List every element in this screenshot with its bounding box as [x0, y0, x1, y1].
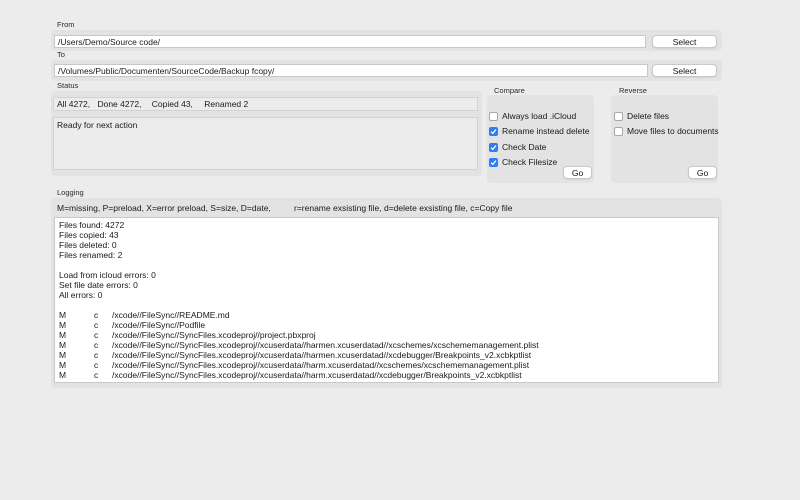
log-entry: Mc/xcode//FileSync//Podfile [59, 320, 714, 330]
log-entry-path: /xcode//FileSync//SyncFiles.xcodeproj//x… [112, 350, 532, 360]
label-move-files: Move files to documents [627, 126, 719, 136]
log-entry-flag: M [59, 360, 67, 370]
reverse-caption: Reverse [619, 86, 647, 95]
reverse-go-button[interactable]: Go [688, 166, 717, 179]
log-entry-action: c [94, 350, 99, 360]
label-always-load-icloud: Always load .iCloud [502, 111, 577, 121]
status-caption: Status [57, 81, 79, 90]
compare-go-button[interactable]: Go [563, 166, 592, 179]
compare-option-always-load-icloud[interactable]: Always load .iCloud [489, 111, 576, 121]
compare-option-rename-instead-delete[interactable]: Rename instead delete [489, 126, 589, 136]
log-entry: Mc/xcode//FileSync//SyncFiles.xcodeproj/… [59, 370, 714, 380]
status-all: All 4272, [57, 99, 91, 109]
log-entry-action: c [94, 360, 99, 370]
log-entry-action: c [94, 370, 99, 380]
reverse-option-move-files[interactable]: Move files to documents [614, 126, 719, 136]
label-rename-instead-delete: Rename instead delete [502, 126, 590, 136]
checkbox-move-files[interactable] [614, 126, 623, 136]
from-caption: From [57, 20, 75, 29]
to-path-field[interactable]: /Volumes/Public/Documenten/SourceCode/Ba… [54, 64, 648, 77]
log-entry-action: c [94, 340, 99, 350]
log-entry: Mc/xcode//FileSync//SyncFiles.xcodeproj/… [59, 340, 714, 350]
log-entry-flag: M [59, 370, 67, 380]
log-output[interactable]: Files found: 4272 Files copied: 43 Files… [54, 217, 719, 383]
compare-option-check-date[interactable]: Check Date [489, 142, 546, 152]
log-entry-action: c [94, 330, 99, 340]
log-entry-flag: M [59, 340, 67, 350]
log-blank-line [59, 300, 714, 310]
log-files-deleted: Files deleted: 0 [59, 240, 117, 250]
to-select-button[interactable]: Select [652, 64, 717, 77]
reverse-option-delete-files[interactable]: Delete files [614, 111, 669, 121]
status-message: Ready for next action [53, 117, 478, 170]
status-done: Done 4272, [97, 99, 142, 109]
status-renamed: Renamed 2 [204, 99, 249, 109]
logging-caption: Logging [57, 188, 84, 197]
checkbox-check-filesize[interactable] [489, 157, 498, 167]
log-icloud-errors: Load from icloud errors: 0 [59, 270, 156, 280]
from-path-field[interactable]: /Users/Demo/Source code/ [54, 35, 646, 48]
log-entry-flag: M [59, 330, 67, 340]
log-files-renamed: Files renamed: 2 [59, 250, 123, 260]
to-caption: To [57, 50, 65, 59]
checkbox-rename-instead-delete[interactable] [489, 126, 498, 136]
log-entry: Mc/xcode//FileSync//README.md [59, 310, 714, 320]
compare-caption: Compare [494, 86, 525, 95]
status-counts: All 4272, Done 4272, Copied 43, Renamed … [53, 97, 478, 111]
checkbox-delete-files[interactable] [614, 111, 623, 121]
log-all-errors: All errors: 0 [59, 290, 103, 300]
log-file-date-errors: Set file date errors: 0 [59, 280, 138, 290]
log-entry-flag: M [59, 320, 67, 330]
log-entry-path: /xcode//FileSync//SyncFiles.xcodeproj//x… [112, 370, 522, 380]
status-copied: Copied 43, [151, 99, 193, 109]
checkbox-check-date[interactable] [489, 142, 498, 152]
log-entry: Mc/xcode//FileSync//SyncFiles.xcodeproj/… [59, 360, 714, 370]
checkbox-always-load-icloud[interactable] [489, 111, 498, 121]
label-delete-files: Delete files [627, 111, 670, 121]
logging-legend-left: M=missing, P=preload, X=error preload, S… [57, 203, 271, 213]
log-entry-flag: M [59, 310, 67, 320]
log-entry: Mc/xcode//FileSync//SyncFiles.xcodeproj/… [59, 330, 714, 340]
log-files-copied: Files copied: 43 [59, 230, 119, 240]
log-entry-path: /xcode//FileSync//SyncFiles.xcodeproj//p… [112, 330, 316, 340]
compare-option-check-filesize[interactable]: Check Filesize [489, 157, 557, 167]
label-check-filesize: Check Filesize [502, 157, 558, 167]
log-entry-path: /xcode//FileSync//Podfile [112, 320, 206, 330]
log-blank-line [59, 260, 714, 270]
log-entry-path: /xcode//FileSync//README.md [112, 310, 230, 320]
log-entry-path: /xcode//FileSync//SyncFiles.xcodeproj//x… [112, 340, 539, 350]
log-entry-path: /xcode//FileSync//SyncFiles.xcodeproj//x… [112, 360, 530, 370]
log-entry-action: c [94, 320, 99, 330]
log-entry-flag: M [59, 350, 67, 360]
log-entry-action: c [94, 310, 99, 320]
from-select-button[interactable]: Select [652, 35, 717, 48]
label-check-date: Check Date [502, 142, 547, 152]
logging-legend-right: r=rename exsisting file, d=delete exsist… [294, 203, 513, 213]
log-files-found: Files found: 4272 [59, 220, 125, 230]
log-entry: Mc/xcode//FileSync//SyncFiles.xcodeproj/… [59, 350, 714, 360]
